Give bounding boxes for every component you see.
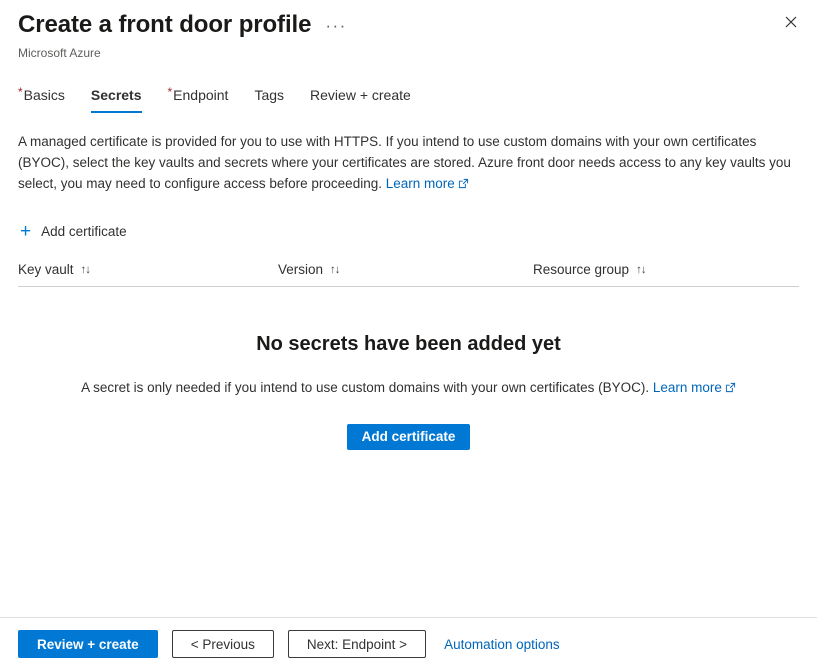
blade-header: Create a front door profile ··· Microsof… bbox=[0, 0, 817, 61]
secrets-description: A managed certificate is provided for yo… bbox=[0, 131, 817, 195]
external-link-icon bbox=[725, 379, 736, 399]
required-asterisk-icon: * bbox=[18, 85, 23, 99]
add-certificate-command[interactable]: + Add certificate bbox=[18, 219, 131, 244]
add-certificate-button[interactable]: Add certificate bbox=[346, 424, 471, 450]
previous-button[interactable]: < Previous bbox=[171, 630, 274, 658]
sort-icon: ↑↓ bbox=[330, 263, 340, 276]
close-button[interactable] bbox=[777, 8, 805, 36]
add-certificate-command-label: Add certificate bbox=[41, 224, 127, 239]
page-subtitle: Microsoft Azure bbox=[18, 46, 101, 60]
automation-options-link[interactable]: Automation options bbox=[444, 637, 560, 652]
plus-icon: + bbox=[20, 221, 32, 242]
empty-state-subtitle-text: A secret is only needed if you intend to… bbox=[81, 380, 650, 395]
tab-secrets-label: Secrets bbox=[90, 87, 142, 103]
sort-icon: ↑↓ bbox=[636, 263, 646, 276]
tab-review-create[interactable]: Review + create bbox=[310, 85, 411, 113]
column-header-key-vault-label: Key vault bbox=[18, 262, 74, 277]
secrets-table: Key vault ↑↓ Version ↑↓ Resource group ↑… bbox=[18, 262, 799, 287]
title-row: Create a front door profile ··· bbox=[18, 10, 799, 40]
column-header-version[interactable]: Version ↑↓ bbox=[278, 262, 533, 277]
column-header-resource-group[interactable]: Resource group ↑↓ bbox=[533, 262, 793, 277]
tab-review-create-label: Review + create bbox=[310, 87, 411, 103]
review-create-button[interactable]: Review + create bbox=[18, 630, 158, 658]
tab-basics[interactable]: *Basics bbox=[18, 85, 65, 113]
column-header-version-label: Version bbox=[278, 262, 324, 277]
command-bar: + Add certificate bbox=[0, 219, 817, 244]
table-header-row: Key vault ↑↓ Version ↑↓ Resource group ↑… bbox=[18, 262, 799, 286]
column-header-resource-group-label: Resource group bbox=[533, 262, 630, 277]
tab-endpoint[interactable]: *Endpoint bbox=[168, 85, 229, 113]
more-options-icon[interactable]: ··· bbox=[325, 17, 346, 34]
tab-endpoint-label: Endpoint bbox=[173, 87, 229, 103]
empty-state-learn-more-label: Learn more bbox=[652, 380, 722, 395]
external-link-icon bbox=[458, 174, 469, 195]
tab-secrets[interactable]: Secrets bbox=[90, 85, 142, 113]
column-header-key-vault[interactable]: Key vault ↑↓ bbox=[18, 262, 278, 277]
tab-basics-label: Basics bbox=[23, 87, 65, 103]
empty-state-title: No secrets have been added yet bbox=[256, 333, 561, 355]
wizard-footer: Review + create < Previous Next: Endpoin… bbox=[0, 617, 817, 670]
wizard-tabs: *Basics Secrets *Endpoint Tags Review + … bbox=[0, 81, 817, 113]
next-endpoint-button[interactable]: Next: Endpoint > bbox=[287, 630, 427, 658]
page-title: Create a front door profile bbox=[18, 11, 312, 38]
close-icon bbox=[785, 16, 797, 28]
empty-state-action: Add certificate bbox=[0, 424, 817, 450]
tab-tags[interactable]: Tags bbox=[254, 85, 284, 113]
empty-state: No secrets have been added yet A secret … bbox=[0, 287, 817, 450]
required-asterisk-icon: * bbox=[167, 85, 173, 99]
sort-icon: ↑↓ bbox=[80, 263, 91, 276]
description-learn-more-link[interactable]: Learn more bbox=[386, 176, 455, 191]
empty-state-subtitle: A secret is only needed if you intend to… bbox=[0, 378, 817, 399]
tab-tags-label: Tags bbox=[254, 87, 285, 103]
empty-state-learn-more-link[interactable]: Learn more bbox=[653, 380, 722, 395]
description-learn-more-label: Learn more bbox=[385, 176, 455, 191]
